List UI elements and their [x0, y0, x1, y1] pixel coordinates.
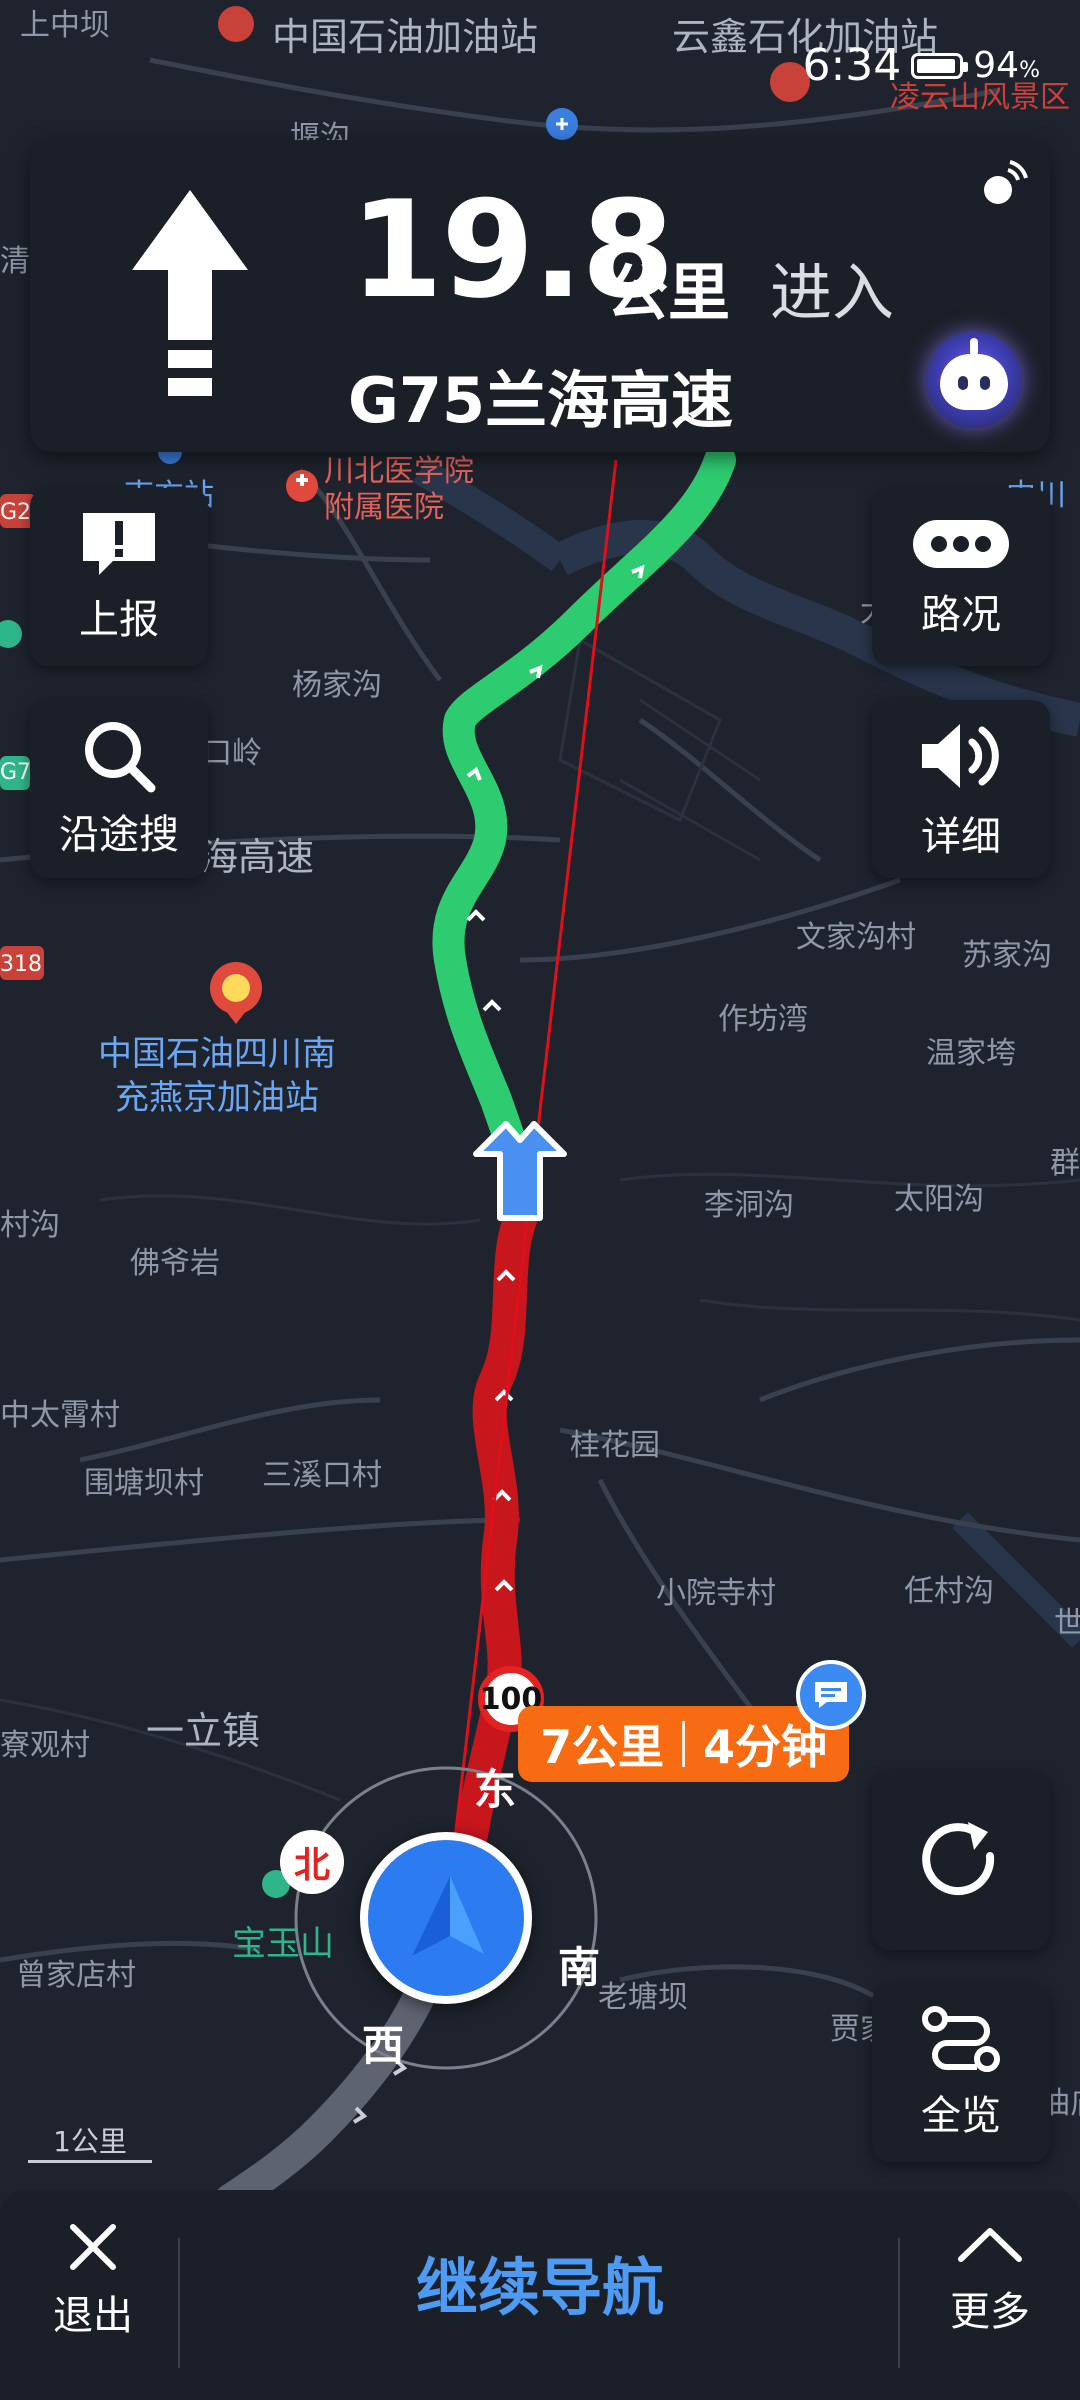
- map-label: 苏家沟: [962, 938, 1052, 973]
- map-label: 世: [1054, 1606, 1080, 1641]
- chat-glyph: [815, 1682, 847, 1708]
- battery-unit: %: [1019, 58, 1040, 83]
- hospital-label: 川北医学院 附属医院: [324, 454, 474, 525]
- traffic-button[interactable]: 路况: [872, 488, 1050, 666]
- map-label: 温家垮: [926, 1036, 1016, 1071]
- remaining-distance: 7公里: [540, 1720, 665, 1774]
- assistant-eye: [958, 376, 968, 390]
- map-scale: 1公里: [28, 2120, 152, 2163]
- map-label: 曾家店村: [16, 1958, 136, 1993]
- compass-north-marker: 北: [280, 1830, 344, 1894]
- road-name: G75兰海高速: [348, 364, 734, 437]
- heading-arrow-icon: [412, 1876, 484, 1956]
- map-label: 群: [1050, 1146, 1080, 1181]
- map-label: 清: [0, 244, 30, 279]
- map-label: 任村沟: [904, 1574, 994, 1609]
- voice-detail-label: 详细: [921, 814, 1001, 860]
- assistant-face: [940, 338, 1008, 410]
- divider: [682, 1721, 686, 1767]
- map-label: 海高速: [200, 835, 315, 879]
- map-label: 围塘坝村: [84, 1466, 204, 1501]
- map-label: 作坊湾: [718, 1002, 808, 1037]
- map-label: 一立镇: [146, 1709, 261, 1753]
- map-label: 文家沟村: [796, 920, 916, 955]
- straight-arrow-icon: [132, 190, 248, 396]
- battery-percent: 94%: [973, 45, 1040, 86]
- exit-button[interactable]: 退出: [28, 2215, 158, 2345]
- map-label: 老塘坝: [598, 1980, 688, 2015]
- distance-unit: 公里: [606, 256, 731, 329]
- compass-west-label: 西: [362, 2021, 405, 2070]
- remaining-route-badge[interactable]: 7公里 4分钟: [518, 1706, 850, 1782]
- continue-navigation-button[interactable]: 继续导航: [180, 2212, 900, 2352]
- gps-signal-icon[interactable]: [978, 160, 1028, 210]
- map-label: G2: [0, 500, 32, 525]
- traffic-icon: [913, 520, 1009, 568]
- map-label: 中国石油加油站: [272, 15, 539, 59]
- action-text: 进入: [770, 256, 895, 329]
- refresh-icon: [922, 1822, 995, 1896]
- compass-south-label: 南: [558, 1943, 601, 1992]
- map-label: 318: [0, 952, 42, 977]
- search-along-button[interactable]: 沿途搜: [30, 700, 208, 878]
- map-label: 佛爷岩: [130, 1246, 220, 1281]
- battery-fill: [917, 58, 955, 73]
- report-icon: [83, 513, 155, 575]
- close-icon: [70, 2224, 116, 2270]
- map-label: 小院寺村: [656, 1576, 776, 1611]
- overview-button[interactable]: 全览: [872, 1984, 1050, 2162]
- voice-assistant-icon[interactable]: [926, 332, 1022, 428]
- map-label: 上中坝: [20, 8, 110, 43]
- current-location-icon: [360, 1832, 532, 2004]
- map-label: 三溪口村: [262, 1458, 382, 1493]
- map-label: 宝玉山: [232, 1924, 334, 1964]
- more-button[interactable]: 更多: [920, 2215, 1060, 2345]
- map-label: 中太霄村: [0, 1398, 120, 1433]
- refresh-button[interactable]: [872, 1772, 1050, 1950]
- battery-value: 94: [973, 45, 1020, 86]
- clock: 6:34: [802, 40, 902, 91]
- message-icon[interactable]: [796, 1660, 866, 1730]
- traffic-label: 路况: [921, 592, 1001, 638]
- speaker-icon: [922, 724, 999, 788]
- map-label: 杨家沟: [292, 668, 382, 703]
- voice-detail-button[interactable]: 详细: [872, 700, 1050, 878]
- report-label: 上报: [79, 597, 159, 643]
- more-label: 更多: [950, 2289, 1030, 2335]
- status-bar: 6:34 94%: [802, 40, 1040, 91]
- map-label: 寮观村: [0, 1728, 90, 1763]
- route-overview-icon: [922, 2006, 1000, 2072]
- search-along-label: 沿途搜: [59, 812, 179, 858]
- map-label: 太阳沟: [894, 1182, 984, 1217]
- map-label: 村沟: [0, 1208, 60, 1243]
- report-button[interactable]: 上报: [30, 488, 208, 666]
- gas-station-label: 中国石油四川南 充燕京加油站: [98, 1034, 336, 1118]
- assistant-eye: [980, 376, 990, 390]
- chevron-up-icon: [958, 2228, 1022, 2262]
- search-icon: [85, 722, 156, 793]
- overview-label: 全览: [921, 2093, 1001, 2139]
- map-label: 李洞沟: [704, 1188, 794, 1223]
- compass-east-label: 东: [474, 1765, 517, 1814]
- divider: [898, 2238, 900, 2368]
- battery-icon: [911, 52, 969, 79]
- map-label: 桂花园: [570, 1428, 660, 1463]
- exit-label: 退出: [53, 2293, 133, 2339]
